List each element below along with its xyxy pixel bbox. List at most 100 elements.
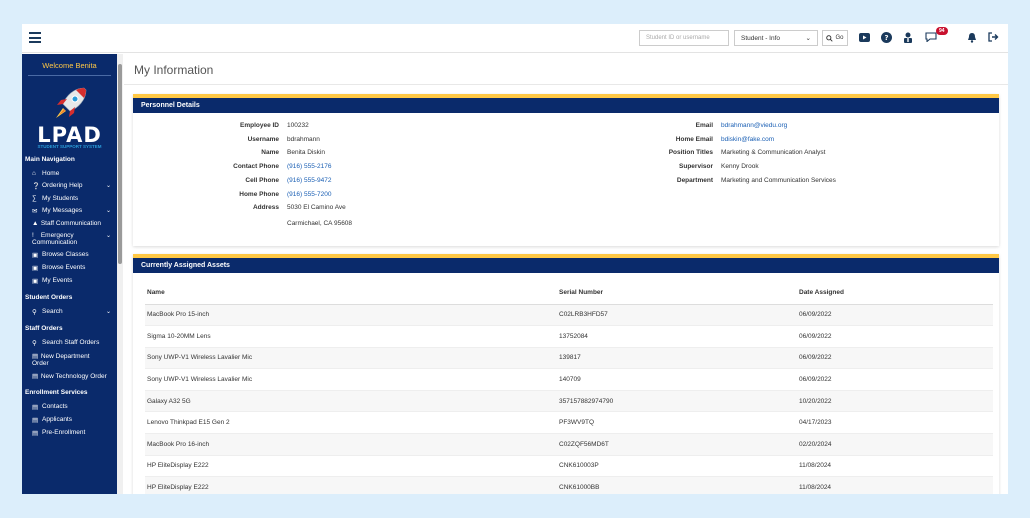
- welcome-text: Welcome Benita: [28, 54, 111, 76]
- sidebar-item-home[interactable]: ⌂ Home: [22, 167, 117, 179]
- enrollment-services-heading: Enrollment Services: [25, 389, 88, 396]
- detail-value[interactable]: bdrahmann@viedu.org: [721, 122, 787, 129]
- staff-orders-heading: Staff Orders: [25, 325, 63, 332]
- sidebar-item-contacts[interactable]: ▤ Contacts: [22, 400, 117, 413]
- sidebar-item-ordering-help[interactable]: ❔ Ordering Help ⌄: [22, 179, 117, 192]
- date-assigned-cell: 02/20/2024: [799, 433, 993, 456]
- message-count-badge: 94: [936, 27, 948, 35]
- sidebar-item-label: Browse Events: [42, 264, 86, 271]
- svg-text:?: ?: [884, 34, 888, 42]
- search-type-select[interactable]: Student - Info ⌄: [734, 30, 818, 46]
- go-button[interactable]: Go: [822, 30, 848, 46]
- table-row: Sony UWP-V1 Wireless Lavalier Mic 139817 0…: [145, 347, 993, 370]
- asset-name-cell: MacBook Pro 15-inch: [145, 304, 559, 327]
- sidebar-item-emergency-communication[interactable]: ! Emergency Communication ⌄: [22, 229, 117, 248]
- sidebar-item-label: Ordering Help: [42, 182, 83, 189]
- bell-icon[interactable]: [966, 31, 978, 43]
- sidebar-item-label: Search: [42, 308, 63, 315]
- sidebar-item-applicants[interactable]: ▤ Applicants: [22, 413, 117, 426]
- table-row: MacBook Pro 16-inch C02ZQF56MD6T 02/20/202…: [145, 433, 993, 456]
- serial-number-cell: 139817: [559, 347, 799, 370]
- detail-value[interactable]: bdiskin@fake.com: [721, 136, 774, 143]
- serial-number-cell: 140709: [559, 368, 799, 391]
- cart-icon: ▤: [32, 352, 39, 360]
- column-header-serial[interactable]: Serial Number: [559, 282, 799, 305]
- detail-value: 100232: [287, 122, 309, 129]
- scrollbar-thumb[interactable]: [118, 64, 122, 264]
- detail-value: Benita Diskin: [287, 149, 325, 157]
- menu-toggle-icon[interactable]: [29, 32, 41, 43]
- sidebar-scrollbar[interactable]: [117, 54, 123, 494]
- sidebar-item-my-students[interactable]: ∑ My Students: [22, 192, 117, 204]
- detail-key: Department: [676, 176, 713, 184]
- detail-value: Kenny Drook: [721, 163, 759, 171]
- date-assigned-cell: 11/08/2024: [799, 455, 993, 478]
- serial-number-cell: C02LRB3HFD57: [559, 304, 799, 327]
- sidebar-item-new-technology-order[interactable]: ▤ New Technology Order: [22, 369, 117, 382]
- column-header-name[interactable]: Name: [145, 282, 559, 305]
- detail-value[interactable]: (916) 555-9472: [287, 177, 331, 184]
- youtube-icon[interactable]: [858, 31, 870, 43]
- sign-out-icon[interactable]: [987, 31, 999, 43]
- main-navigation-heading: Main Navigation: [25, 156, 75, 163]
- page-title: My Information: [134, 63, 214, 77]
- detail-value[interactable]: (916) 555-2176: [287, 163, 331, 170]
- sidebar-item-browse-events[interactable]: ▣ Browse Events: [22, 261, 117, 274]
- date-assigned-cell: 11/08/2024: [799, 476, 993, 494]
- sidebar-item-label: New Technology Order: [40, 372, 107, 380]
- sidebar-item-my-events[interactable]: ▣ My Events: [22, 274, 117, 287]
- detail-value: Marketing & Communication Analyst: [721, 149, 826, 157]
- assigned-assets-card: Currently Assigned Assets Name Serial Nu…: [133, 254, 999, 494]
- contacts-icon: ▤: [32, 403, 39, 411]
- serial-number-cell: PF3WV9TQ: [559, 411, 799, 435]
- detail-key: Home Phone: [239, 190, 279, 198]
- sidebar-item-label: Home: [42, 169, 60, 177]
- sidebar-item-search[interactable]: ⚲ Search ⌄: [22, 305, 117, 318]
- search-icon: ⚲: [32, 339, 37, 347]
- sidebar-item-label: Staff Communication: [40, 219, 102, 227]
- messages-icon[interactable]: [925, 31, 937, 43]
- users-icon: ∑: [32, 194, 37, 202]
- asset-name-cell: Sony UWP-V1 Wireless Lavalier Mic: [145, 347, 559, 370]
- column-header-date[interactable]: Date Assigned: [799, 282, 993, 305]
- sidebar-item-new-department-order[interactable]: ▤ New Department Order: [22, 349, 117, 369]
- sidebar-item-staff-communication[interactable]: ▲ Staff Communication: [22, 217, 117, 229]
- chevron-down-icon: ⌄: [105, 309, 111, 315]
- go-label: Go: [835, 35, 844, 41]
- detail-value: 5030 El Camino Ave: [287, 204, 346, 212]
- calendar-icon: ▣: [32, 264, 39, 272]
- table-row: HP EliteDisplay E222 CNK61000BB 11/08/2024: [145, 476, 993, 494]
- table-row: Galaxy A32 5G 357157882974790 10/20/2022: [145, 390, 993, 413]
- asset-name-cell: Sigma 10-20MM Lens: [145, 325, 559, 348]
- sidebar-item-pre-enrollment[interactable]: ▤ Pre-Enrollment: [22, 426, 117, 439]
- sidebar-item-search-staff-orders[interactable]: ⚲ Search Staff Orders: [22, 336, 117, 349]
- student-search-input[interactable]: Student ID or username: [639, 30, 729, 46]
- calendar-icon: ▣: [32, 277, 39, 285]
- detail-key: Name: [261, 149, 279, 157]
- detail-key: Cell Phone: [245, 176, 279, 184]
- user-tie-icon[interactable]: [902, 31, 914, 43]
- personnel-details-card: Personnel Details Employee ID 100232 Usern…: [133, 94, 999, 246]
- asset-name-cell: HP EliteDisplay E222: [145, 455, 559, 478]
- detail-key: Home Email: [675, 135, 713, 143]
- asset-name-cell: Lenovo Thinkpad E15 Gen 2: [145, 411, 559, 435]
- sidebar-item-browse-classes[interactable]: ▣ Browse Classes: [22, 248, 117, 261]
- app-window: Student ID or username Student - Info ⌄ …: [22, 24, 1008, 494]
- top-bar: Student ID or username Student - Info ⌄ …: [22, 24, 1008, 53]
- detail-value[interactable]: (916) 555-7200: [287, 191, 331, 198]
- detail-key: Username: [247, 135, 279, 143]
- sidebar-item-my-messages[interactable]: ✉ My Messages ⌄: [22, 204, 117, 217]
- date-assigned-cell: 10/20/2022: [799, 390, 993, 413]
- personnel-details-header: Personnel Details: [133, 94, 999, 113]
- serial-number-cell: 357157882974790: [559, 390, 799, 413]
- lpad-logo: LPAD STUDENT SUPPORT SYSTEM: [22, 84, 117, 149]
- detail-key: Supervisor: [679, 163, 713, 171]
- help-icon[interactable]: ?: [880, 31, 892, 43]
- student-orders-heading: Student Orders: [25, 294, 73, 301]
- date-assigned-cell: 04/17/2023: [799, 411, 993, 435]
- serial-number-cell: CNK61000BB: [559, 476, 799, 494]
- table-row: HP EliteDisplay E222 CNK610003P 11/08/2024: [145, 455, 993, 478]
- assets-table: Name Serial Number Date Assigned MacBook…: [145, 282, 993, 494]
- sidebar: Welcome Benita LPAD STUDENT SUPPORT SYST…: [22, 54, 117, 494]
- asset-name-cell: MacBook Pro 16-inch: [145, 433, 559, 456]
